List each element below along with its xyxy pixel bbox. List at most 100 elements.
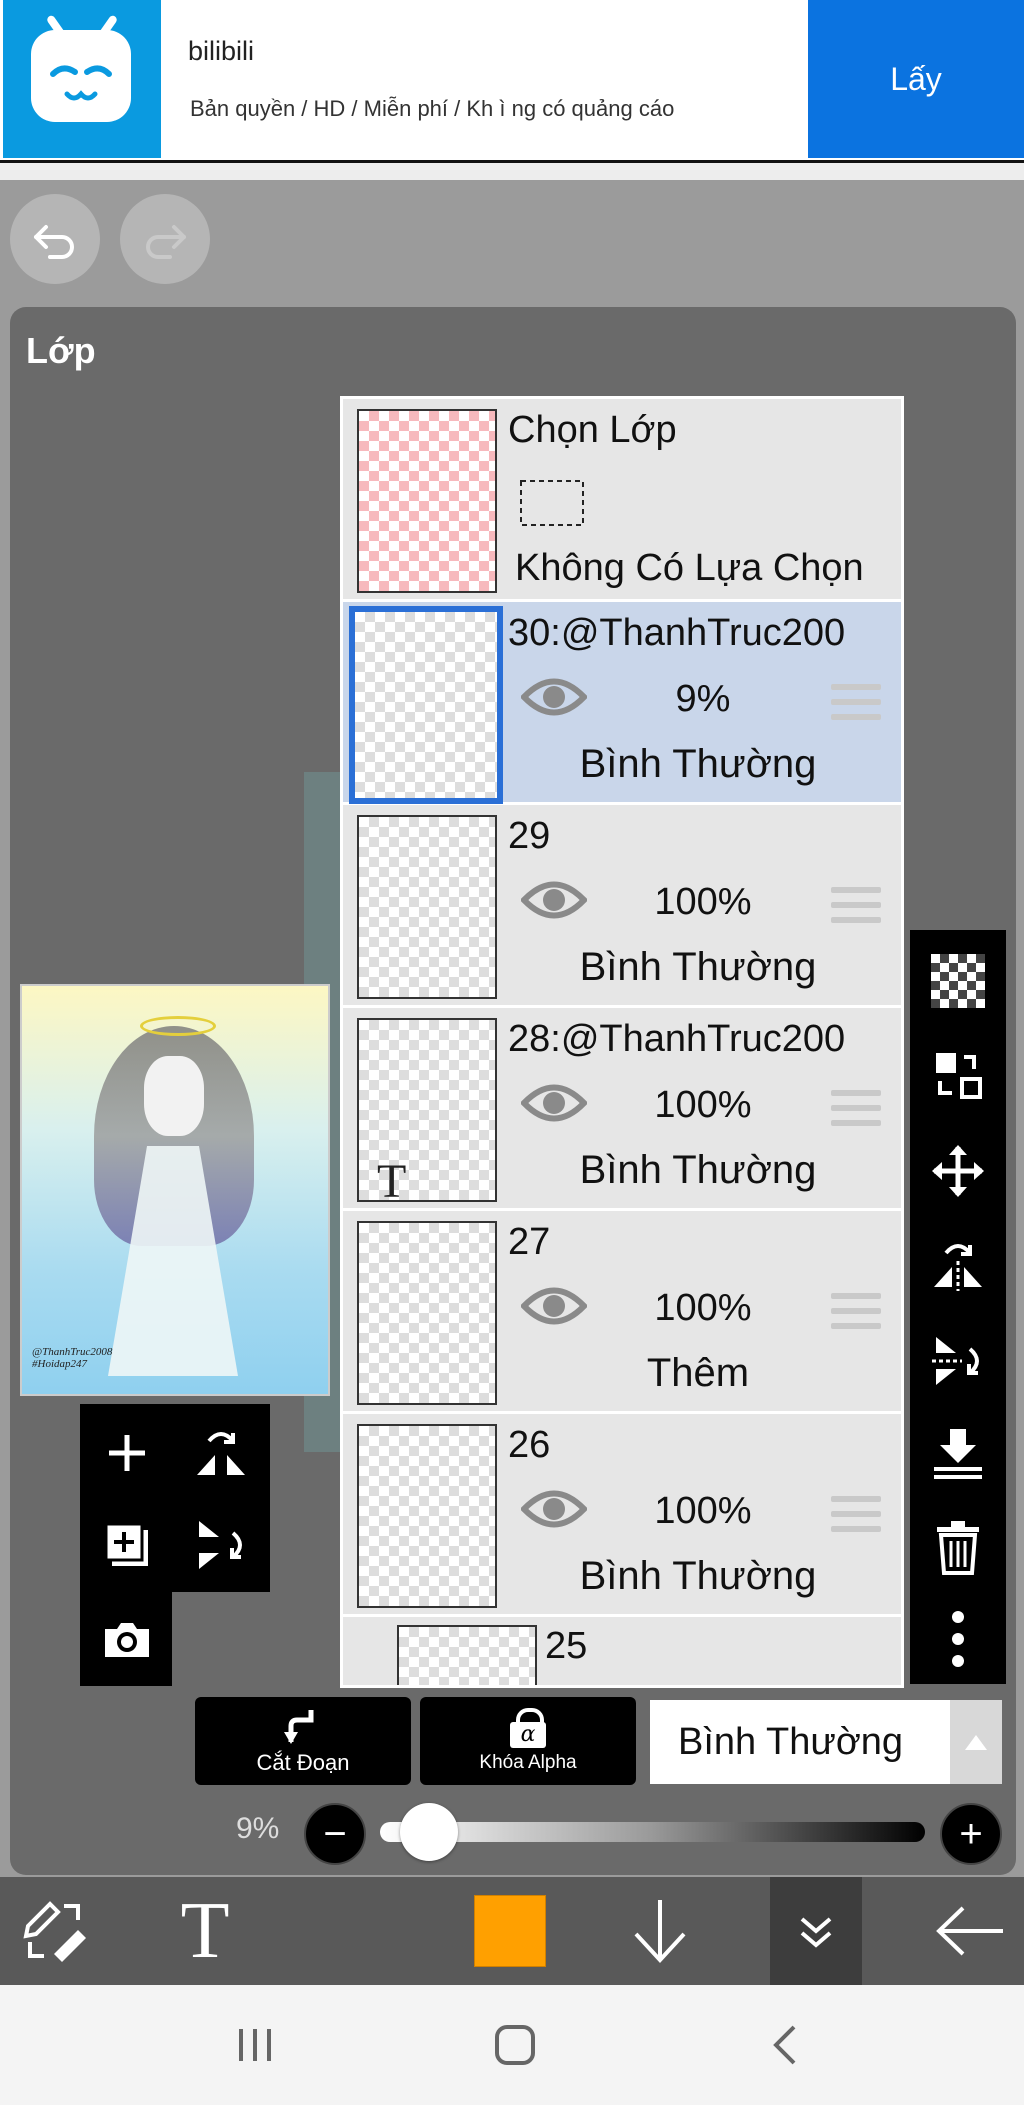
double-chevron-down-icon [800,1917,832,1948]
layer-row-28[interactable]: T 28:@ThanhTruc200 100% Bình Thường [343,1008,901,1211]
opacity-slider-knob[interactable] [400,1803,459,1861]
duplicate-layer-button[interactable] [92,1510,162,1580]
clipping-button[interactable]: Cắt Đoạn [195,1697,411,1785]
opacity-slider[interactable] [380,1822,925,1842]
plus-icon: + [959,1812,983,1856]
layer-row-25[interactable]: 25 [343,1617,901,1685]
pen-eraser-swap-icon [23,1901,86,1962]
layer-thumbnail [357,1424,497,1608]
flip-vertical-icon [932,1337,979,1385]
chevron-left-icon [773,2025,796,2065]
layer-row-26[interactable]: 26 100% Bình Thường [343,1414,901,1617]
camera-button[interactable] [92,1604,162,1674]
layer-name: 28:@ThanhTruc200 [508,1018,846,1060]
clip-arrow-icon [284,1710,314,1744]
move-icon [932,1145,984,1197]
recent-apps-button[interactable] [220,2015,290,2075]
layer-blend: Bình Thường [579,1148,817,1192]
recent-apps-icon [239,2029,271,2061]
more-options-button[interactable] [910,1594,1006,1684]
blend-mode-select[interactable]: Bình Thường [650,1700,950,1784]
swap-icon [936,1053,982,1099]
visibility-eye-icon[interactable] [521,877,587,923]
layer-blend: Bình Thường [579,1554,817,1598]
layer-thumbnail [357,815,497,999]
transparent-fill-button[interactable] [910,936,1006,1026]
chevron-up-icon [965,1735,987,1750]
trash-icon [937,1521,979,1575]
opacity-increase-button[interactable]: + [940,1803,1002,1865]
camera-icon [105,1623,149,1657]
arrow-left-icon [936,1906,1003,1956]
panel-title: Lớp [26,330,96,371]
opacity-decrease-button[interactable]: − [304,1803,366,1865]
checker-icon [931,954,985,1008]
canvas-preview[interactable]: @ThanhTruc2008 #Hoidap247 [20,984,330,1396]
delete-layer-button[interactable] [910,1502,1006,1592]
move-down-button[interactable] [610,1877,710,1985]
alpha-lock-button[interactable]: α Khóa Alpha [420,1697,636,1785]
layer-row-30[interactable]: 30:@ThanhTruc200 9% Bình Thường [343,602,901,805]
ad-get-button[interactable]: Lấy [808,0,1024,158]
layer-panel-toggle-button[interactable] [770,1877,862,1985]
dashed-rect-icon [520,480,584,526]
plus-icon [109,1435,145,1471]
flip-vertical-icon [199,1521,242,1569]
layer-opacity: 100% [654,881,752,923]
move-button[interactable] [910,1126,1006,1216]
layer-thumbnail: T [357,1018,497,1208]
clip-label: Cắt Đoạn [256,1750,350,1775]
visibility-eye-icon[interactable] [521,674,587,720]
layer-opacity: 9% [675,678,731,720]
current-color-swatch [474,1895,546,1967]
visibility-eye-icon[interactable] [521,1486,587,1532]
undo-button[interactable] [10,194,100,284]
drag-handle-icon[interactable] [831,1293,881,1338]
layer-name: 27 [508,1221,551,1263]
selection-title: Chọn Lớp [508,409,677,451]
duplicate-icon [104,1522,148,1566]
visibility-eye-icon[interactable] [521,1080,587,1126]
layer-row-29[interactable]: 29 100% Bình Thường [343,805,901,1008]
tool-switch-button[interactable] [0,1877,110,1985]
alpha-label: Khóa Alpha [479,1752,577,1773]
flip-horizontal-button[interactable] [910,1220,1006,1310]
preview-watermark: @ThanhTruc2008 #Hoidap247 [32,1346,113,1370]
drag-handle-icon[interactable] [831,1090,881,1135]
layer-name: 26 [508,1424,551,1466]
text-layer-icon: T [377,1155,407,1208]
layer-blend: Thêm [646,1351,750,1395]
redo-button[interactable] [120,194,210,284]
swap-layer-button[interactable] [910,1030,1006,1120]
system-back-button[interactable] [750,2015,820,2075]
layer-opacity: 100% [654,1287,752,1329]
undo-icon [34,225,74,259]
flip-vertical-button[interactable] [910,1316,1006,1406]
arrow-down-icon [634,1900,686,1963]
flip-horizontal-icon [934,1244,982,1291]
selection-status: Không Có Lựa Chọn [515,547,864,589]
flip-vertical-tool-button[interactable] [186,1510,256,1580]
lock-icon: α [510,1708,546,1748]
home-button[interactable] [480,2015,550,2075]
layer-blend: Bình Thường [579,945,817,989]
drag-handle-icon[interactable] [831,1496,881,1541]
rotate-flip-button[interactable] [186,1418,256,1488]
layer-list[interactable]: Chọn Lớp Không Có Lựa Chọn 30:@ThanhTruc… [340,396,904,1688]
color-picker-button[interactable] [460,1877,560,1985]
drag-handle-icon[interactable] [831,684,881,729]
selection-layer-row[interactable]: Chọn Lớp Không Có Lựa Chọn [343,399,901,602]
layer-thumbnail [357,1221,497,1405]
drag-handle-icon[interactable] [831,887,881,932]
text-tool-button[interactable]: T [150,1877,260,1985]
back-arrow-button[interactable] [920,1877,1020,1985]
ad-title: bilibili [188,36,255,66]
layer-row-27[interactable]: 27 100% Thêm [343,1211,901,1414]
layer-thumbnail [349,606,503,804]
bilibili-logo[interactable] [3,0,161,158]
merge-down-button[interactable] [910,1408,1006,1498]
layer-name: 29 [508,815,551,857]
visibility-eye-icon[interactable] [521,1283,587,1329]
add-layer-button[interactable] [92,1418,162,1488]
blend-mode-dropdown[interactable] [950,1700,1002,1784]
